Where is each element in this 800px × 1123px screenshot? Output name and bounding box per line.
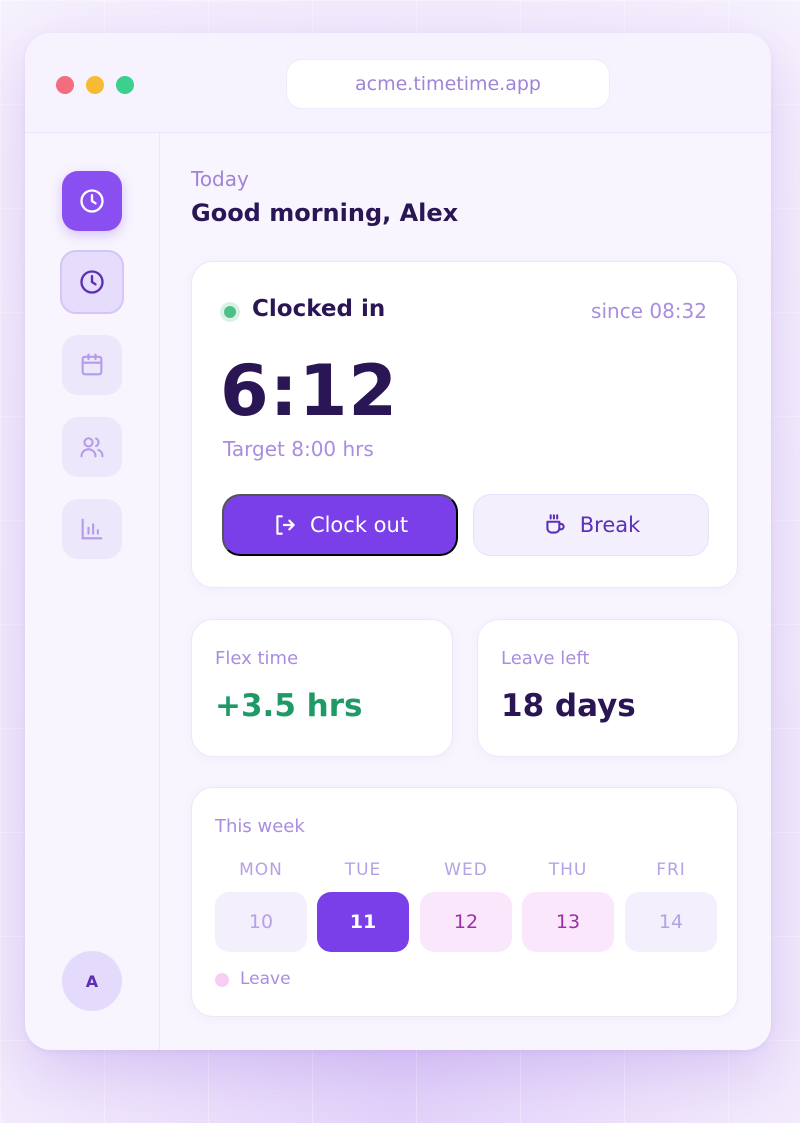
- minimize-window-button[interactable]: [86, 76, 104, 94]
- sidebar: A: [25, 133, 160, 1050]
- clock-card: Clocked in since 08:32 6:12 Target 8:00 …: [191, 261, 738, 588]
- app-window: acme.timetime.app A Today Good morning, …: [25, 33, 771, 1050]
- clock-out-label: Clock out: [309, 513, 409, 537]
- break-label: Break: [579, 513, 641, 537]
- clock-icon: [80, 270, 104, 294]
- clock-status: Clocked in: [252, 296, 386, 322]
- close-window-button[interactable]: [56, 76, 74, 94]
- calendar-icon: [81, 353, 103, 376]
- flex-time-label: Flex time: [215, 648, 299, 669]
- bar-chart-icon: [81, 518, 103, 540]
- maximize-window-button[interactable]: [116, 76, 134, 94]
- sidebar-item-calendar[interactable]: [62, 335, 122, 395]
- page-title: Good morning, Alex: [191, 199, 459, 227]
- day-label-mon: MON: [239, 860, 283, 880]
- leave-left-label: Leave left: [501, 648, 590, 669]
- day-cell-mon[interactable]: 10: [215, 892, 307, 952]
- leave-legend-label: Leave: [240, 969, 291, 989]
- clock-icon: [80, 189, 104, 213]
- flex-time-card: Flex time +3.5 hrs: [191, 619, 453, 757]
- target-hours: Target 8:00 hrs: [223, 437, 374, 461]
- url-bar[interactable]: acme.timetime.app: [286, 59, 610, 109]
- break-button[interactable]: Break: [473, 494, 709, 556]
- leave-legend-dot: [215, 973, 229, 987]
- main-content: Today Good morning, Alex Clocked in sinc…: [160, 133, 771, 1050]
- sidebar-item-team[interactable]: [62, 417, 122, 477]
- day-label-wed: WED: [444, 860, 488, 880]
- users-icon: [80, 437, 104, 458]
- page-eyebrow: Today: [191, 167, 249, 191]
- week-title: This week: [215, 816, 305, 837]
- flex-time-value: +3.5 hrs: [215, 688, 363, 724]
- clock-out-button[interactable]: Clock out: [222, 494, 458, 556]
- leave-left-value: 18 days: [501, 688, 636, 724]
- url-text: acme.timetime.app: [355, 73, 541, 95]
- status-indicator: [220, 302, 240, 322]
- elapsed-time: 6:12: [220, 350, 399, 432]
- day-cell-thu[interactable]: 13: [522, 892, 614, 952]
- day-cell-wed[interactable]: 12: [420, 892, 512, 952]
- day-label-tue: TUE: [344, 860, 382, 880]
- sidebar-item-reports[interactable]: [62, 499, 122, 559]
- coffee-cup-icon: [546, 514, 565, 534]
- avatar-initial: A: [85, 971, 99, 991]
- avatar[interactable]: A: [62, 951, 122, 1011]
- title-bar: acme.timetime.app: [25, 33, 771, 133]
- leave-left-card: Leave left 18 days: [477, 619, 739, 757]
- logout-icon: [276, 515, 295, 535]
- day-cell-tue[interactable]: 11: [317, 892, 409, 952]
- week-card: This week MON TUE WED THU FRI 10 11 12 1…: [191, 787, 738, 1017]
- day-label-fri: FRI: [656, 860, 686, 880]
- day-cell-fri[interactable]: 14: [625, 892, 717, 952]
- day-label-thu: THU: [548, 860, 588, 880]
- clock-since: since 08:32: [591, 299, 707, 323]
- sidebar-item-time-tracking[interactable]: [60, 250, 124, 314]
- sidebar-logo[interactable]: [62, 171, 122, 231]
